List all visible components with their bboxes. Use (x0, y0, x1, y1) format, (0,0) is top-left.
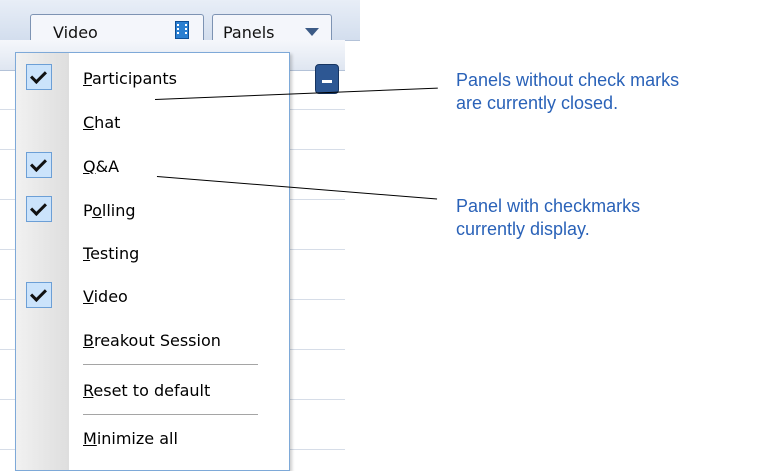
checkbox-checked (26, 64, 52, 90)
menu-item-label: Video (83, 287, 128, 306)
checkbox-checked (26, 196, 52, 222)
menu-item-label: Chat (83, 113, 121, 132)
menu-item-label: Q&A (83, 157, 120, 176)
callout-open-panels: Panel with checkmarks currently display. (456, 195, 640, 241)
menu-item-label: Reset to default (83, 381, 211, 400)
menu-separator (83, 414, 258, 418)
menu-item-chat[interactable]: Chat (16, 103, 289, 143)
menu-item-label: Breakout Session (83, 331, 221, 350)
menu-item-label: Testing (83, 244, 140, 263)
checkbox-checked (26, 152, 52, 178)
checkbox-checked (26, 282, 52, 308)
check-icon (30, 285, 47, 302)
menu-item-breakout-session[interactable]: Breakout Session (16, 321, 289, 361)
callout-text-line: Panel with checkmarks (456, 196, 641, 216)
menu-item-participants[interactable]: Participants (16, 59, 289, 99)
menu-item-minimize-all[interactable]: Minimize all (16, 419, 289, 459)
callout-closed-panels: Panels without check marks are currently… (456, 69, 679, 115)
chevron-down-icon (305, 28, 319, 36)
menu-separator (83, 364, 258, 368)
check-icon (30, 67, 47, 84)
menu-item-qa[interactable]: Q&A (16, 147, 289, 187)
film-icon (175, 21, 189, 39)
callout-text-line: Panels without check marks (456, 70, 680, 90)
menu-item-polling[interactable]: Polling (16, 191, 289, 231)
menu-item-video[interactable]: Video (16, 277, 289, 317)
panels-menu: Participants Chat Q&A Polling Testing Vi… (15, 52, 290, 471)
menu-item-label: Polling (83, 201, 136, 220)
callout-text-line: are currently closed. (456, 93, 619, 113)
panels-dropdown-button[interactable]: Panels (212, 14, 332, 42)
menu-item-reset-to-default[interactable]: Reset to default (16, 371, 289, 411)
menu-item-label: Participants (83, 69, 177, 88)
check-icon (30, 155, 47, 172)
menu-item-testing[interactable]: Testing (16, 234, 289, 274)
menu-item-label: Minimize all (83, 429, 178, 448)
callout-text-line: currently display. (456, 219, 590, 239)
tab-video[interactable]: Video (30, 14, 204, 42)
check-icon (30, 199, 47, 216)
